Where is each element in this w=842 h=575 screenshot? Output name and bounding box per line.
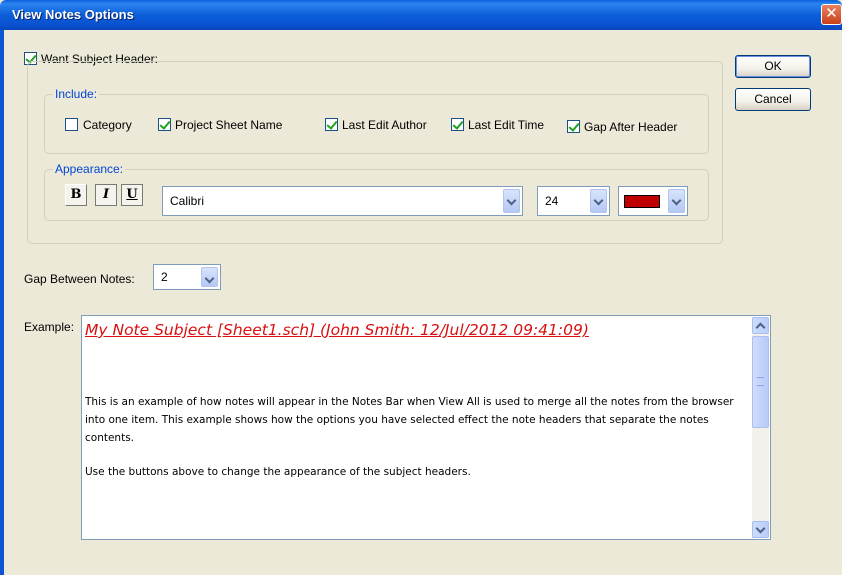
appearance-group-title: Appearance: bbox=[53, 162, 126, 176]
gap-between-notes-select[interactable]: 2 bbox=[153, 264, 221, 290]
chevron-down-icon[interactable] bbox=[201, 267, 218, 287]
italic-button[interactable]: I bbox=[95, 184, 117, 206]
example-paragraph: Use the buttons above to change the appe… bbox=[85, 466, 471, 478]
scroll-down-icon[interactable] bbox=[752, 521, 769, 538]
category-label: Category bbox=[83, 118, 132, 132]
font-select-value: Calibri bbox=[170, 194, 205, 208]
chevron-down-icon[interactable] bbox=[668, 189, 685, 213]
close-icon: ✕ bbox=[825, 5, 838, 22]
gap-between-notes-label: Gap Between Notes: bbox=[24, 272, 135, 286]
chevron-down-icon[interactable] bbox=[503, 189, 520, 213]
example-subject-header: My Note Subject [Sheet1.sch] (John Smith… bbox=[85, 321, 589, 339]
color-swatch bbox=[624, 195, 660, 208]
bold-button[interactable]: B bbox=[65, 184, 87, 206]
gap-after-header-checkbox[interactable] bbox=[567, 120, 580, 133]
close-button[interactable]: ✕ bbox=[821, 4, 842, 25]
gap-between-notes-value: 2 bbox=[161, 270, 168, 284]
window-title: View Notes Options bbox=[12, 7, 134, 22]
category-checkbox[interactable] bbox=[65, 118, 78, 131]
last-edit-time-checkbox[interactable] bbox=[451, 118, 464, 131]
cancel-button[interactable]: Cancel bbox=[735, 88, 811, 111]
last-edit-author-label: Last Edit Author bbox=[342, 118, 427, 132]
example-preview[interactable]: My Note Subject [Sheet1.sch] (John Smith… bbox=[81, 315, 771, 540]
last-edit-time-label: Last Edit Time bbox=[468, 118, 545, 132]
window-border bbox=[0, 30, 4, 575]
example-label: Example: bbox=[24, 320, 75, 334]
ok-button[interactable]: OK bbox=[735, 55, 811, 78]
project-sheet-name-label: Project Sheet Name bbox=[175, 118, 283, 132]
vertical-scrollbar[interactable] bbox=[752, 317, 769, 538]
include-group-title: Include: bbox=[53, 87, 100, 101]
underline-button[interactable]: U bbox=[121, 184, 143, 206]
size-select[interactable]: 24 bbox=[537, 186, 610, 216]
last-edit-author-checkbox[interactable] bbox=[325, 118, 338, 131]
scroll-thumb[interactable] bbox=[752, 336, 769, 428]
scroll-up-icon[interactable] bbox=[752, 317, 769, 334]
color-select[interactable] bbox=[618, 186, 688, 216]
project-sheet-name-checkbox[interactable] bbox=[158, 118, 171, 131]
gap-after-header-label: Gap After Header bbox=[584, 120, 678, 134]
size-select-value: 24 bbox=[545, 194, 559, 208]
example-paragraph: This is an example of how notes will app… bbox=[85, 396, 734, 444]
title-bar[interactable]: View Notes Options ✕ bbox=[0, 0, 842, 30]
font-select[interactable]: Calibri bbox=[162, 186, 523, 216]
chevron-down-icon[interactable] bbox=[590, 189, 607, 213]
